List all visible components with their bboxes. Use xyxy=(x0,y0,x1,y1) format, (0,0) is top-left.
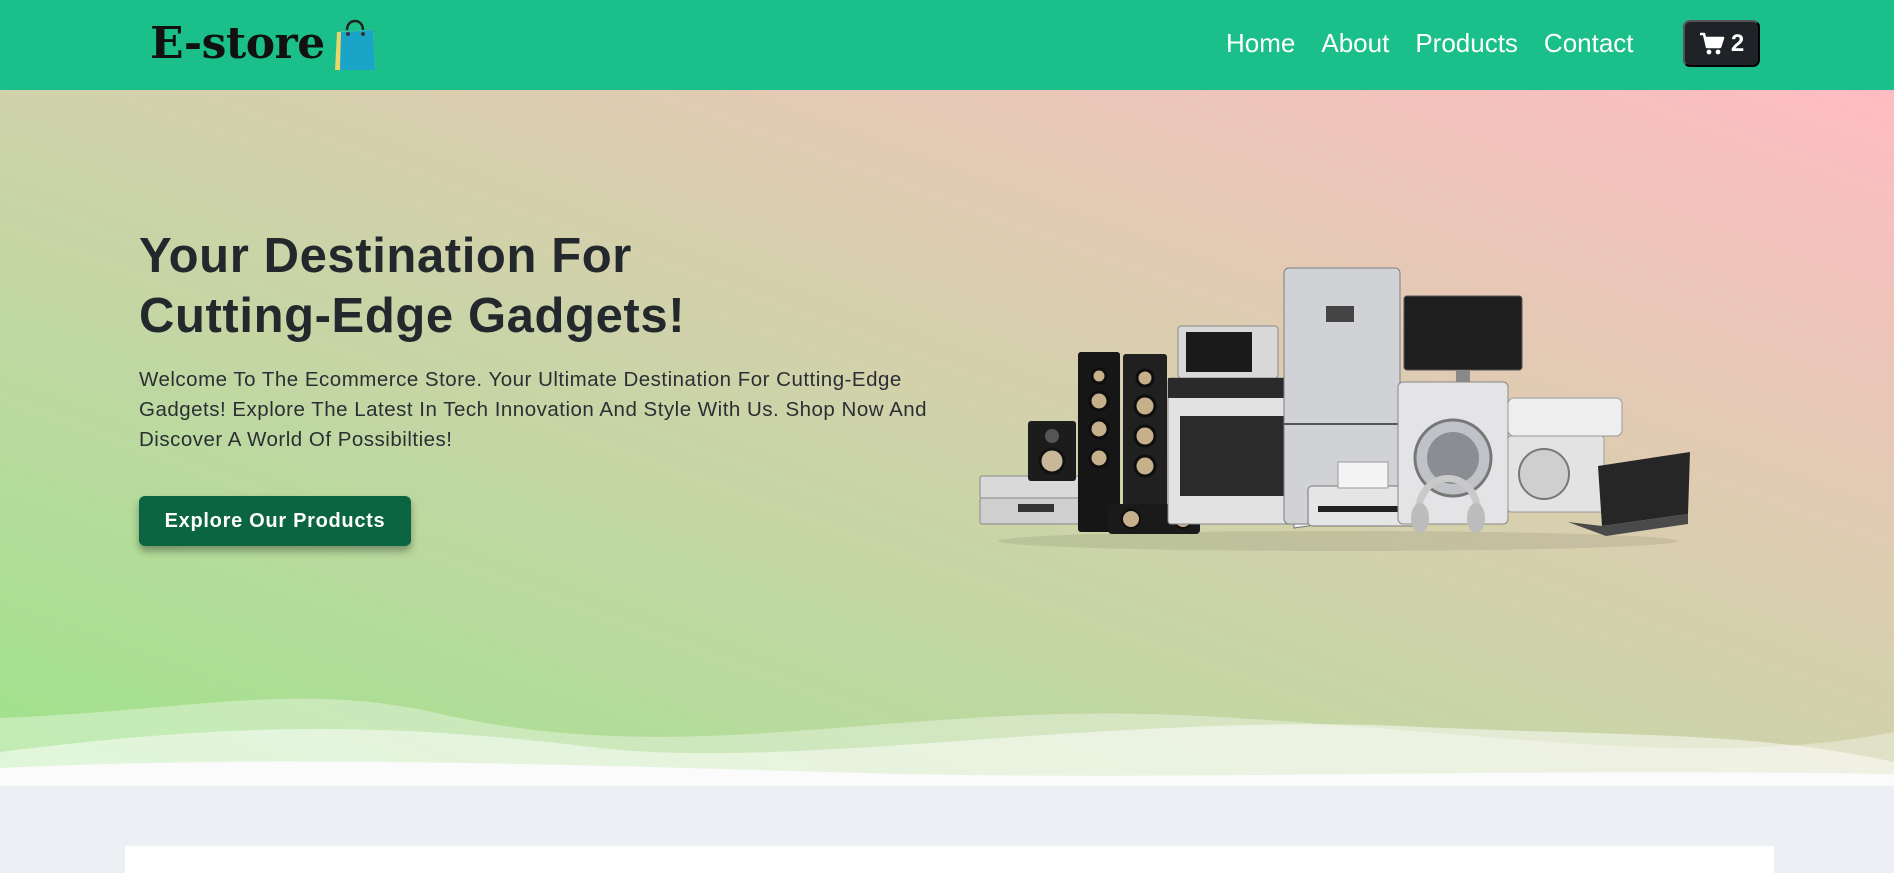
hero-title: Your Destination For Cutting-Edge Gadget… xyxy=(139,229,686,343)
nav-link-contact[interactable]: Contact xyxy=(1544,26,1634,60)
hero-wave-divider xyxy=(0,698,1894,786)
nav-link-home[interactable]: Home xyxy=(1226,26,1295,60)
nav-links: Home About Products Contact xyxy=(1226,26,1660,60)
shopping-cart-icon xyxy=(1699,32,1725,54)
cart-button[interactable]: 2 xyxy=(1683,20,1760,67)
brand-logo[interactable]: E-store xyxy=(150,12,377,74)
nav-link-about[interactable]: About xyxy=(1321,26,1389,60)
explore-products-button[interactable]: Explore Our Products xyxy=(139,496,411,546)
content-card xyxy=(125,846,1774,873)
hero-description: Welcome To The Ecommerce Store. Your Ult… xyxy=(139,368,928,451)
shopping-bag-icon xyxy=(334,19,375,70)
electronics-appliances-image xyxy=(979,267,1690,551)
brand-name: E-store xyxy=(150,17,325,69)
cart-count: 2 xyxy=(1730,29,1745,57)
hero-section: Your Destination For Cutting-Edge Gadget… xyxy=(0,90,1894,786)
nav-link-products[interactable]: Products xyxy=(1415,26,1518,60)
navbar: E-store Home About Products Contact 2 xyxy=(0,0,1894,90)
